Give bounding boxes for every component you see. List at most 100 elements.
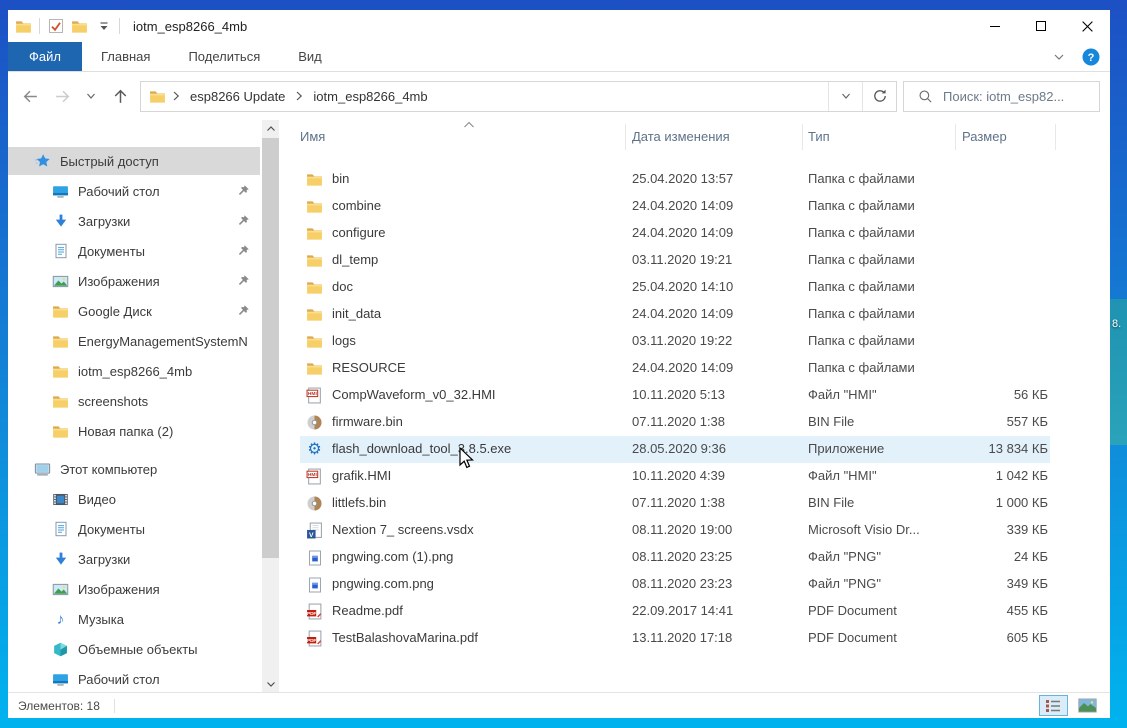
- sidebar-scrollbar[interactable]: [262, 120, 279, 692]
- tab-share[interactable]: Поделиться: [169, 42, 279, 71]
- sidebar-item[interactable]: ♪Музыка: [8, 605, 260, 633]
- sidebar-item[interactable]: Объемные объекты: [8, 635, 260, 663]
- file-row[interactable]: HMIgrafik.HMI10.11.2020 4:39Файл "HMI"1 …: [300, 463, 1050, 490]
- refresh-icon[interactable]: [862, 82, 896, 111]
- back-icon[interactable]: [20, 86, 40, 106]
- file-size: 24 КБ: [890, 549, 1048, 564]
- file-row[interactable]: littlefs.bin07.11.2020 1:38BIN File1 000…: [300, 490, 1050, 517]
- tab-view[interactable]: Вид: [279, 42, 341, 71]
- file-row[interactable]: logs03.11.2020 19:22Папка с файлами: [300, 328, 1050, 355]
- sidebar-item[interactable]: Видео: [8, 485, 260, 513]
- statusbar: Элементов: 18: [8, 692, 1110, 718]
- check-icon[interactable]: [47, 18, 64, 35]
- file-row[interactable]: init_data24.04.2020 14:09Папка с файлами: [300, 301, 1050, 328]
- file-row[interactable]: RESOURCE24.04.2020 14:09Папка с файлами: [300, 355, 1050, 382]
- recent-locations-chevron-icon[interactable]: [84, 86, 98, 106]
- sidebar-item[interactable]: Загрузки: [8, 207, 260, 235]
- file-type: Папка с файлами: [808, 225, 915, 240]
- sidebar-item[interactable]: Рабочий стол: [8, 665, 260, 692]
- file-name[interactable]: logs: [332, 333, 356, 348]
- sidebar-item[interactable]: screenshots: [8, 387, 260, 415]
- up-icon[interactable]: [110, 86, 130, 106]
- scroll-up-icon[interactable]: [262, 120, 279, 137]
- sidebar-item[interactable]: iotm_esp8266_4mb: [8, 357, 260, 385]
- expand-ribbon-chevron-icon[interactable]: [1052, 50, 1066, 64]
- file-name[interactable]: pngwing.com.png: [332, 576, 434, 591]
- file-row[interactable]: HMICompWaveform_v0_32.HMI10.11.2020 5:13…: [300, 382, 1050, 409]
- file-name[interactable]: configure: [332, 225, 385, 240]
- thumbnail-view-button[interactable]: [1073, 695, 1102, 716]
- scrollbar-thumb[interactable]: [262, 138, 279, 558]
- file-row[interactable]: pngwing.com (1).png08.11.2020 23:25Файл …: [300, 544, 1050, 571]
- column-header-date[interactable]: Дата изменения: [632, 129, 730, 144]
- file-row[interactable]: configure24.04.2020 14:09Папка с файлами: [300, 220, 1050, 247]
- column-header-size[interactable]: Размер: [962, 129, 1007, 144]
- sidebar-item[interactable]: Изображения: [8, 575, 260, 603]
- minimize-button[interactable]: [972, 10, 1018, 42]
- sidebar-item[interactable]: EnergyManagementSystemN: [8, 327, 260, 355]
- file-name[interactable]: CompWaveform_v0_32.HMI: [332, 387, 496, 402]
- file-name[interactable]: littlefs.bin: [332, 495, 386, 510]
- column-divider[interactable]: [802, 124, 803, 150]
- file-row[interactable]: PDFTestBalashovaMarina.pdf13.11.2020 17:…: [300, 625, 1050, 652]
- file-name[interactable]: RESOURCE: [332, 360, 406, 375]
- sidebar-item[interactable]: Документы: [8, 515, 260, 543]
- maximize-button[interactable]: [1018, 10, 1064, 42]
- sidebar-item[interactable]: Изображения: [8, 267, 260, 295]
- sidebar-item[interactable]: Документы: [8, 237, 260, 265]
- file-name[interactable]: dl_temp: [332, 252, 378, 267]
- file-row[interactable]: ⚙flash_download_tool_3.8.5.exe28.05.2020…: [300, 436, 1050, 463]
- breadcrumb-item[interactable]: esp8266 Update: [186, 89, 289, 104]
- sidebar-item[interactable]: Google Диск: [8, 297, 260, 325]
- column-divider[interactable]: [955, 124, 956, 150]
- sidebar-item-label: Загрузки: [78, 552, 260, 567]
- scroll-down-icon[interactable]: [262, 675, 279, 692]
- sidebar-section-this-pc[interactable]: Этот компьютер: [8, 455, 260, 483]
- address-bar[interactable]: esp8266 Update iotm_esp8266_4mb: [140, 81, 897, 112]
- details-view-button[interactable]: [1039, 695, 1068, 716]
- sidebar-item[interactable]: Рабочий стол: [8, 177, 260, 205]
- file-row[interactable]: PDFReadme.pdf22.09.2017 14:41PDF Documen…: [300, 598, 1050, 625]
- file-name[interactable]: doc: [332, 279, 353, 294]
- column-divider[interactable]: [625, 124, 626, 150]
- file-name[interactable]: Readme.pdf: [332, 603, 403, 618]
- file-name[interactable]: init_data: [332, 306, 381, 321]
- sidebar-item[interactable]: Новая папка (2): [8, 417, 260, 445]
- file-name[interactable]: grafik.HMI: [332, 468, 391, 483]
- sort-ascending-caret-icon[interactable]: [462, 120, 478, 130]
- chevron-right-icon[interactable]: [170, 90, 182, 102]
- folder-icon[interactable]: [71, 18, 88, 35]
- file-row[interactable]: firmware.bin07.11.2020 1:38BIN File557 К…: [300, 409, 1050, 436]
- file-date-modified: 10.11.2020 5:13: [632, 387, 725, 402]
- file-name[interactable]: combine: [332, 198, 381, 213]
- sidebar-section-quick-access[interactable]: Быстрый доступ: [8, 147, 260, 175]
- forward-icon[interactable]: [52, 86, 72, 106]
- column-divider[interactable]: [1055, 124, 1056, 150]
- file-name[interactable]: pngwing.com (1).png: [332, 549, 453, 564]
- file-row[interactable]: pngwing.com.png08.11.2020 23:23Файл "PNG…: [300, 571, 1050, 598]
- file-row[interactable]: VNextion 7_ screens.vsdx08.11.2020 19:00…: [300, 517, 1050, 544]
- tab-file[interactable]: Файл: [8, 42, 82, 71]
- help-icon[interactable]: ?: [1082, 48, 1100, 66]
- file-row[interactable]: doc25.04.2020 14:10Папка с файлами: [300, 274, 1050, 301]
- file-name[interactable]: bin: [332, 171, 349, 186]
- file-row[interactable]: combine24.04.2020 14:09Папка с файлами: [300, 193, 1050, 220]
- customize-qat-icon[interactable]: [95, 18, 112, 35]
- sidebar-item[interactable]: Загрузки: [8, 545, 260, 573]
- file-name[interactable]: flash_download_tool_3.8.5.exe: [332, 441, 511, 456]
- address-dropdown-chevron-icon[interactable]: [828, 82, 862, 111]
- column-header-name[interactable]: Имя: [300, 129, 325, 144]
- file-name[interactable]: TestBalashovaMarina.pdf: [332, 630, 478, 645]
- file-name[interactable]: firmware.bin: [332, 414, 403, 429]
- search-input[interactable]: Поиск: iotm_esp82...: [903, 81, 1100, 112]
- folder-icon: [149, 88, 166, 105]
- tab-home[interactable]: Главная: [82, 42, 169, 71]
- close-button[interactable]: [1064, 10, 1110, 42]
- sidebar-item-label: Изображения: [78, 582, 260, 597]
- file-row[interactable]: dl_temp03.11.2020 19:21Папка с файлами: [300, 247, 1050, 274]
- file-name[interactable]: Nextion 7_ screens.vsdx: [332, 522, 474, 537]
- breadcrumb-item[interactable]: iotm_esp8266_4mb: [309, 89, 431, 104]
- column-header-type[interactable]: Тип: [808, 129, 830, 144]
- chevron-right-icon[interactable]: [293, 90, 305, 102]
- file-row[interactable]: bin25.04.2020 13:57Папка с файлами: [300, 166, 1050, 193]
